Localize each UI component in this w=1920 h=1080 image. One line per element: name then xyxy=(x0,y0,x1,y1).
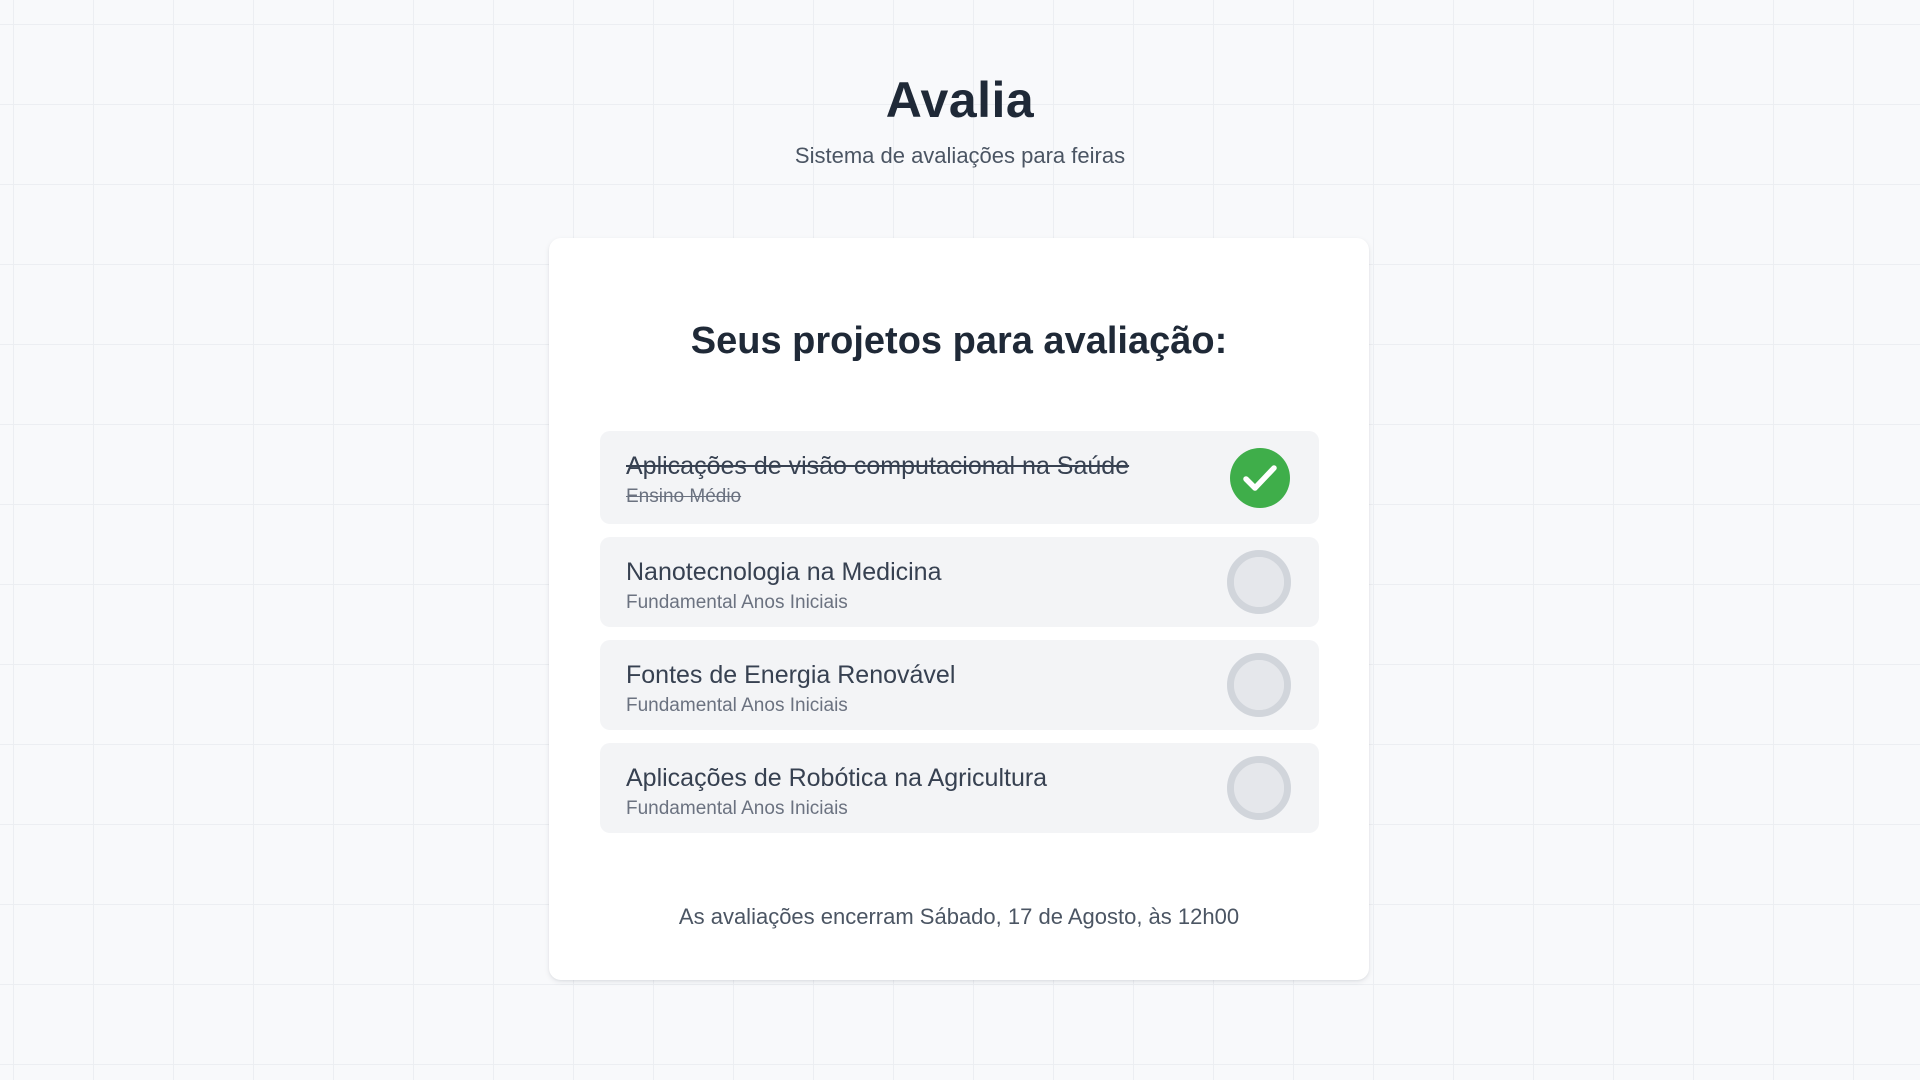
project-item[interactable]: Fontes de Energia Renovável Fundamental … xyxy=(600,640,1319,730)
app-subtitle: Sistema de avaliações para feiras xyxy=(794,143,1126,168)
empty-circle-icon[interactable] xyxy=(1227,653,1291,717)
card-title: Seus projetos para avaliação: xyxy=(690,320,1228,362)
app-header: Avalia Sistema de avaliações para feiras xyxy=(0,70,1920,170)
project-item[interactable]: Aplicações de Robótica na Agricultura Fu… xyxy=(600,743,1319,833)
projects-card: Seus projetos para avaliação: Aplicações… xyxy=(549,238,1369,980)
project-item[interactable]: Aplicações de visão computacional na Saú… xyxy=(600,431,1319,524)
project-item[interactable]: Nanotecnologia na Medicina Fundamental A… xyxy=(600,537,1319,627)
deadline-notice: As avaliações encerram Sábado, 17 de Ago… xyxy=(678,904,1240,929)
project-level: Fundamental Anos Iniciais xyxy=(626,592,848,613)
app-title: Avalia xyxy=(885,72,1035,128)
empty-circle-icon[interactable] xyxy=(1227,756,1291,820)
check-icon[interactable] xyxy=(1230,447,1290,508)
project-name: Aplicações de visão computacional na Saú… xyxy=(626,452,1130,480)
project-name: Aplicações de Robótica na Agricultura xyxy=(626,764,1048,792)
project-level: Ensino Médio xyxy=(626,486,742,507)
project-level: Fundamental Anos Iniciais xyxy=(626,798,848,819)
empty-circle-icon[interactable] xyxy=(1227,550,1291,614)
project-name: Fontes de Energia Renovável xyxy=(626,661,956,689)
app-frame: Avalia Sistema de avaliações para feiras… xyxy=(0,0,1920,1080)
project-name: Nanotecnologia na Medicina xyxy=(626,558,942,586)
project-level: Fundamental Anos Iniciais xyxy=(626,695,848,716)
project-list: Aplicações de visão computacional na Saú… xyxy=(600,431,1319,846)
checkmark-glyph-icon xyxy=(1243,464,1277,491)
